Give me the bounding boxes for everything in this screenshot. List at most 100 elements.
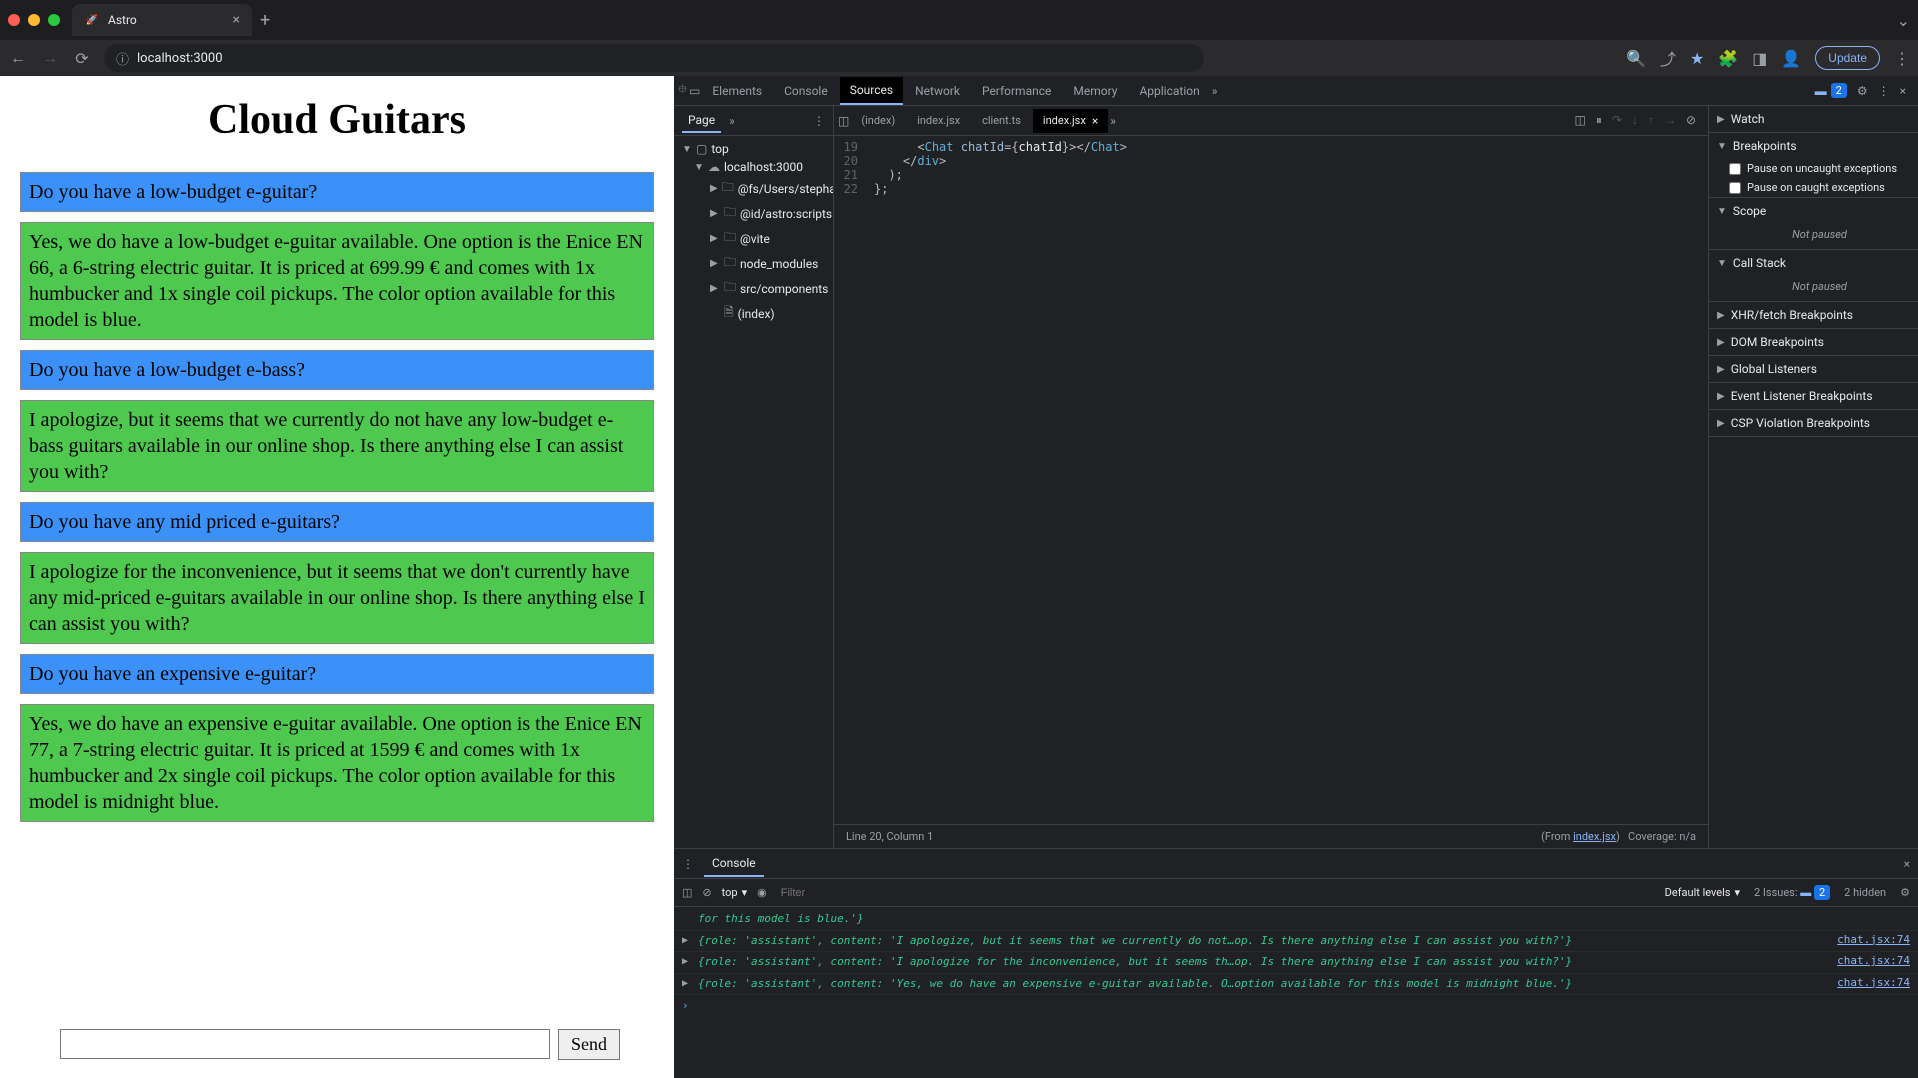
step-icon[interactable]: → xyxy=(1664,113,1676,128)
editor-tab-active[interactable]: index.jsx× xyxy=(1033,109,1108,133)
console-source-link[interactable]: chat.jsx:74 xyxy=(1829,933,1910,950)
console-context-select[interactable]: top ▾ xyxy=(722,886,747,899)
tab-performance[interactable]: Performance xyxy=(972,78,1061,104)
step-over-icon[interactable]: ↷ xyxy=(1612,113,1622,128)
page-tab[interactable]: Page xyxy=(682,109,721,133)
new-tab-icon[interactable]: + xyxy=(260,10,270,31)
issues-indicator[interactable]: ▬2 xyxy=(1815,83,1847,98)
tree-folder[interactable]: ▶🗀@vite xyxy=(674,226,833,251)
line-number[interactable]: 21 xyxy=(834,168,874,182)
console-message[interactable]: ▶{role: 'assistant', content: 'Yes, we d… xyxy=(674,974,1918,996)
close-editor-tab-icon[interactable]: × xyxy=(1092,114,1098,128)
step-out-icon[interactable]: ↑ xyxy=(1648,113,1654,128)
console-drawer-tab[interactable]: Console xyxy=(704,851,764,877)
kebab-menu-icon[interactable]: ⋮ xyxy=(1894,49,1910,68)
device-toggle-icon[interactable]: ▭ xyxy=(689,84,700,98)
console-hidden[interactable]: 2 hidden xyxy=(1844,886,1886,899)
browser-tab[interactable]: 🚀 Astro × xyxy=(72,4,252,36)
code-line[interactable]: 20 </div> xyxy=(834,154,1708,168)
global-listeners-section[interactable]: ▶Global Listeners xyxy=(1709,356,1918,382)
minimize-window-icon[interactable] xyxy=(28,14,40,26)
tree-folder[interactable]: ▶🗀node_modules xyxy=(674,251,833,276)
console-settings-icon[interactable]: ⚙ xyxy=(1900,886,1910,899)
reload-icon[interactable]: ⟳ xyxy=(72,49,92,68)
code-line[interactable]: 22}; xyxy=(834,182,1708,196)
tree-folder[interactable]: ▶🗀@id/astro:scripts xyxy=(674,201,833,226)
settings-icon[interactable]: ⚙ xyxy=(1857,84,1868,98)
address-bar[interactable]: ⓘ localhost:3000 xyxy=(104,44,1204,72)
close-tab-icon[interactable]: × xyxy=(233,12,240,28)
editor-tab[interactable]: (index) xyxy=(851,109,905,132)
tab-elements[interactable]: Elements xyxy=(702,78,772,104)
event-breakpoints-section[interactable]: ▶Event Listener Breakpoints xyxy=(1709,383,1918,409)
console-filter-input[interactable] xyxy=(777,885,1077,901)
pause-icon[interactable]: ⏸ xyxy=(1596,113,1602,128)
expand-icon[interactable]: ▶ xyxy=(682,954,698,971)
console-source-link[interactable]: chat.jsx:74 xyxy=(1829,954,1910,971)
update-button[interactable]: Update xyxy=(1815,46,1880,70)
navigator-kebab-icon[interactable]: ⋮ xyxy=(813,114,825,128)
console-source-link[interactable]: chat.jsx:74 xyxy=(1829,976,1910,993)
step-into-icon[interactable]: ↓ xyxy=(1632,113,1638,128)
inspect-icon[interactable]: ⯐ xyxy=(678,80,687,101)
dom-breakpoints-section[interactable]: ▶DOM Breakpoints xyxy=(1709,329,1918,355)
code-line[interactable]: 21 ); xyxy=(834,168,1708,182)
site-info-icon[interactable]: ⓘ xyxy=(116,49,129,68)
devtools-kebab-icon[interactable]: ⋮ xyxy=(1878,84,1890,98)
tree-file[interactable]: 🗎(index) xyxy=(674,301,833,326)
search-icon[interactable]: 🔍 xyxy=(1626,49,1646,68)
tab-network[interactable]: Network xyxy=(905,78,970,104)
tree-folder[interactable]: ▶🗀src/components xyxy=(674,276,833,301)
send-button[interactable]: Send xyxy=(558,1029,620,1060)
back-icon[interactable]: ← xyxy=(8,48,28,68)
toggle-debugger-icon[interactable]: ◫ xyxy=(1575,113,1586,128)
bookmark-icon[interactable]: ★ xyxy=(1690,49,1704,68)
tab-memory[interactable]: Memory xyxy=(1063,78,1127,104)
console-issues[interactable]: 2 Issues: ▬ 2 xyxy=(1754,886,1830,899)
editor-tab[interactable]: index.jsx xyxy=(907,109,970,132)
source-link[interactable]: index.jsx xyxy=(1573,830,1616,843)
tab-application[interactable]: Application xyxy=(1129,78,1209,104)
more-tabs-icon[interactable]: » xyxy=(1212,84,1218,98)
tree-folder[interactable]: ▶🗀@fs/Users/stepha xyxy=(674,176,833,201)
xhr-breakpoints-section[interactable]: ▶XHR/fetch Breakpoints xyxy=(1709,302,1918,328)
console-levels-select[interactable]: Default levels ▾ xyxy=(1665,886,1740,899)
close-window-icon[interactable] xyxy=(8,14,20,26)
deactivate-breakpoints-icon[interactable]: ⊘ xyxy=(1686,113,1696,128)
close-devtools-icon[interactable]: × xyxy=(1900,84,1906,98)
csp-breakpoints-section[interactable]: ▶CSP Violation Breakpoints xyxy=(1709,410,1918,436)
tree-top[interactable]: ▼▢top xyxy=(674,140,833,158)
forward-icon[interactable]: → xyxy=(40,48,60,68)
code-line[interactable]: 19 <Chat chatId={chatId}></Chat> xyxy=(834,140,1708,154)
side-panel-icon[interactable]: ◨ xyxy=(1752,49,1767,68)
maximize-window-icon[interactable] xyxy=(48,14,60,26)
share-icon[interactable]: ⤴ xyxy=(1660,46,1676,70)
extensions-icon[interactable]: 🧩 xyxy=(1718,49,1738,68)
console-message[interactable]: ▶{role: 'assistant', content: 'I apologi… xyxy=(674,952,1918,974)
close-drawer-icon[interactable]: × xyxy=(1904,857,1910,871)
profile-icon[interactable]: 👤 xyxy=(1781,49,1801,68)
expand-icon[interactable]: ▶ xyxy=(682,933,698,950)
live-expression-icon[interactable]: ◉ xyxy=(757,886,767,899)
scope-section[interactable]: ▼Scope xyxy=(1709,198,1918,224)
line-number[interactable]: 20 xyxy=(834,154,874,168)
toggle-navigator-icon[interactable]: ◫ xyxy=(838,114,849,128)
callstack-section[interactable]: ▼Call Stack xyxy=(1709,250,1918,276)
line-number[interactable]: 19 xyxy=(834,140,874,154)
tab-console[interactable]: Console xyxy=(774,78,838,104)
more-editor-tabs-icon[interactable]: » xyxy=(1110,114,1116,128)
watch-section[interactable]: ▶Watch xyxy=(1709,106,1918,132)
expand-icon[interactable]: ▶ xyxy=(682,976,698,993)
more-navigator-tabs-icon[interactable]: » xyxy=(729,114,735,128)
expand-icon[interactable] xyxy=(682,911,698,928)
chat-input[interactable] xyxy=(60,1029,550,1059)
breakpoints-section[interactable]: ▼Breakpoints xyxy=(1709,133,1918,159)
console-prompt[interactable]: › xyxy=(674,995,1918,1016)
pause-uncaught-checkbox[interactable]: Pause on uncaught exceptions xyxy=(1709,159,1918,178)
tab-chevron-icon[interactable]: ⌄ xyxy=(1897,11,1910,30)
console-message[interactable]: ▶{role: 'assistant', content: 'I apologi… xyxy=(674,931,1918,953)
console-kebab-icon[interactable]: ⋮ xyxy=(682,857,694,871)
tab-sources[interactable]: Sources xyxy=(840,77,903,105)
clear-console-icon[interactable]: ⊘ xyxy=(702,886,711,899)
pause-caught-checkbox[interactable]: Pause on caught exceptions xyxy=(1709,178,1918,197)
